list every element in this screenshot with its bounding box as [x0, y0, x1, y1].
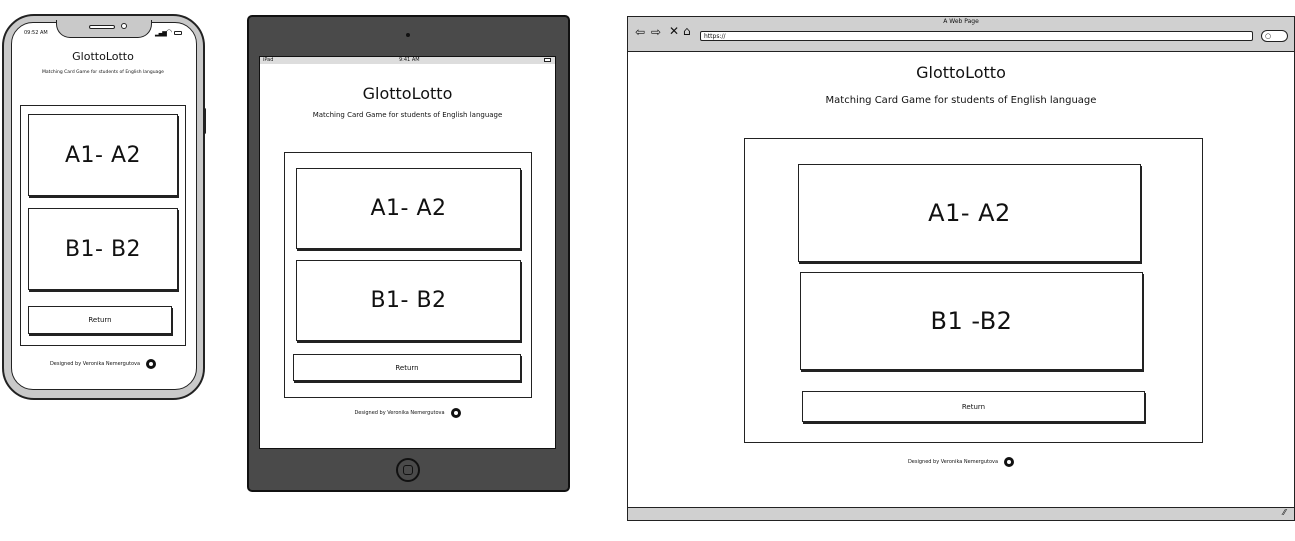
- phone-speaker: [89, 25, 115, 29]
- level-card-a1-a2[interactable]: A1- A2: [296, 168, 521, 249]
- address-bar[interactable]: https://: [700, 31, 1253, 41]
- home-button-icon[interactable]: [396, 458, 420, 482]
- footer-text: Designed by Veronika Nemergutova: [354, 410, 445, 416]
- signal-icon: ▂▄▆: [155, 30, 167, 37]
- back-icon[interactable]: ⇦: [635, 26, 645, 38]
- tablet-carrier: iPad: [263, 57, 274, 63]
- return-button[interactable]: Return: [802, 391, 1145, 422]
- level-card-a1-a2[interactable]: A1- A2: [798, 164, 1141, 262]
- page-subtitle: Matching Card Game for students of Engli…: [825, 95, 1097, 106]
- phone-side-button: [203, 108, 206, 134]
- page-subtitle: Matching Card Game for students of Engli…: [312, 111, 503, 119]
- phone-notch: [56, 20, 152, 38]
- footer: Designed by Veronika Nemergutova: [20, 358, 186, 370]
- phone-camera: [121, 23, 127, 29]
- wifi-icon: ◠: [166, 28, 173, 36]
- github-icon[interactable]: [1004, 457, 1015, 467]
- github-icon[interactable]: [450, 408, 461, 418]
- battery-icon: [544, 58, 551, 62]
- url-text: https://: [704, 33, 726, 40]
- level-card-b1-b2[interactable]: B1- B2: [28, 208, 178, 290]
- phone-time: 09:52 AM: [24, 30, 48, 36]
- close-icon[interactable]: ✕: [669, 25, 679, 37]
- return-button[interactable]: Return: [293, 354, 521, 381]
- search-icon[interactable]: ○: [1261, 30, 1288, 42]
- tablet-time: 9:41 AM: [399, 57, 420, 63]
- footer-text: Designed by Veronika Nemergutova: [907, 459, 999, 465]
- page-title: GlottoLotto: [72, 50, 134, 63]
- home-icon[interactable]: ⌂: [683, 25, 691, 37]
- level-card-b1-b2[interactable]: B1 -B2: [800, 272, 1143, 370]
- footer-text: Designed by Veronika Nemergutova: [49, 361, 141, 367]
- level-card-b1-b2[interactable]: B1- B2: [296, 260, 521, 341]
- forward-icon[interactable]: ⇨: [651, 26, 661, 38]
- level-card-a1-a2[interactable]: A1- A2: [28, 114, 178, 196]
- resize-icon[interactable]: ⁄⁄: [1283, 508, 1286, 517]
- page-title: GlottoLotto: [362, 84, 453, 103]
- browser-window-title: A Web Page: [943, 18, 979, 25]
- footer: Designed by Veronika Nemergutova: [628, 455, 1294, 469]
- github-icon[interactable]: [146, 359, 157, 369]
- page-subtitle: Matching Card Game for students of Engli…: [42, 70, 164, 75]
- footer: Designed by Veronika Nemergutova: [260, 407, 555, 419]
- return-button[interactable]: Return: [28, 306, 172, 334]
- battery-icon: [174, 31, 182, 35]
- page-title: GlottoLotto: [916, 63, 1006, 82]
- tablet-camera: [406, 33, 410, 37]
- browser-status-bar: [628, 507, 1294, 520]
